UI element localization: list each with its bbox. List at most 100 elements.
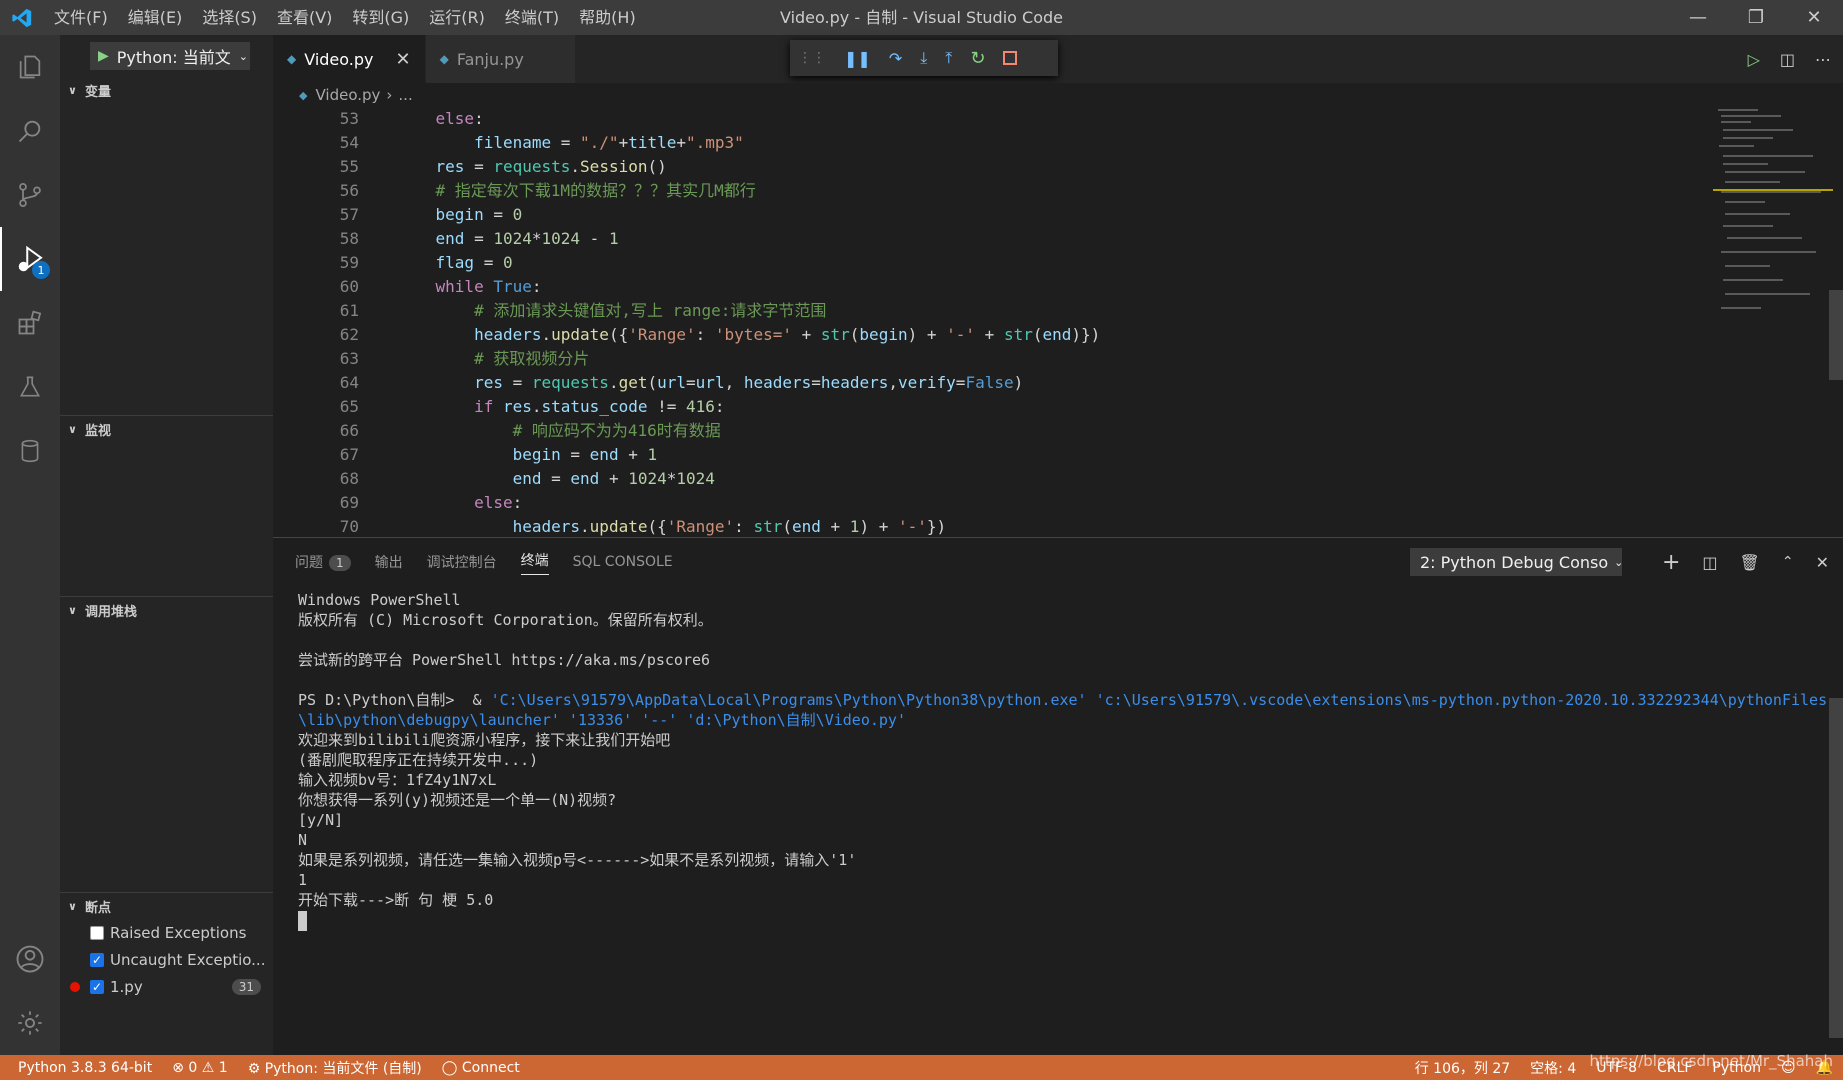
more-actions-icon[interactable]: ⋯: [1815, 50, 1831, 69]
stop-icon[interactable]: [1003, 51, 1018, 65]
step-out-icon[interactable]: ⤒: [945, 48, 952, 68]
code-line: 58 end = 1024*1024 - 1: [339, 229, 619, 248]
python-interpreter[interactable]: Python 3.8.3 64-bit: [0, 1060, 162, 1076]
breadcrumb-file[interactable]: Video.py: [315, 86, 380, 104]
terminal-line: 如果是系列视频，请任选一集输入视频p号<------>如果不是系列视频，请输入'…: [298, 851, 857, 869]
chevron-down-icon: ⌄: [1614, 555, 1622, 569]
code-editor[interactable]: 53 else: 54 filename = "./"+title+".mp3"…: [273, 107, 1713, 537]
breakpoint-file-1py[interactable]: ✓ 1.py 31: [60, 973, 273, 1000]
menu-terminal[interactable]: 终端(T): [495, 0, 569, 35]
checkbox-unchecked[interactable]: [90, 925, 104, 940]
tab-terminal[interactable]: 终端: [520, 550, 549, 575]
breakpoint-line-badge: 31: [231, 978, 261, 995]
problems-status[interactable]: ⊗ 0 ⚠ 1: [162, 1060, 238, 1076]
terminal-scrollbar[interactable]: [1829, 698, 1843, 1038]
breadcrumb: ◆ Video.py › ...: [273, 83, 1843, 107]
terminal-output[interactable]: Windows PowerShell 版权所有 (C) Microsoft Co…: [298, 590, 1828, 931]
breakpoints-section-header[interactable]: ∨ 断点: [60, 893, 273, 919]
watch-body: [60, 442, 273, 596]
minimize-icon[interactable]: —: [1669, 0, 1727, 35]
line-ending[interactable]: CRLF: [1647, 1060, 1702, 1076]
split-editor-icon[interactable]: ◫: [1780, 50, 1795, 69]
testing-flask-icon[interactable]: [0, 355, 60, 419]
breadcrumb-symbol[interactable]: ...: [398, 86, 412, 104]
pause-icon[interactable]: ❚❚: [844, 49, 871, 68]
database-icon[interactable]: [0, 419, 60, 483]
encoding[interactable]: UTF-8: [1586, 1060, 1647, 1076]
variables-title: 变量: [84, 84, 111, 100]
tab-problems[interactable]: 问题 1: [295, 552, 351, 572]
close-window-icon[interactable]: ✕: [1785, 0, 1843, 35]
drag-grip-icon[interactable]: ⋮⋮: [798, 50, 826, 66]
maximize-panel-icon[interactable]: ⌃: [1782, 554, 1794, 570]
account-icon[interactable]: [0, 927, 60, 991]
checkbox-checked[interactable]: ✓: [90, 979, 104, 994]
search-icon[interactable]: [0, 99, 60, 163]
minimap[interactable]: [1713, 107, 1833, 537]
code-line: 68 end = end + 1024*1024: [339, 469, 715, 488]
chevron-down-icon: ∨: [68, 899, 77, 913]
tab-sql-console[interactable]: SQL CONSOLE: [573, 554, 673, 570]
callstack-section-header[interactable]: ∨ 调用堆栈: [60, 597, 273, 623]
tab-fanju-py[interactable]: ◆ Fanju.py: [425, 35, 576, 83]
notifications-bell-icon[interactable]: 🔔: [1806, 1060, 1843, 1076]
terminal-line: Windows PowerShell: [298, 591, 461, 609]
menu-run[interactable]: 运行(R): [419, 0, 495, 35]
tab-video-py[interactable]: ◆ Video.py ✕: [273, 35, 426, 83]
vscode-logo-icon: [0, 0, 44, 35]
run-file-icon[interactable]: ▷: [1748, 50, 1760, 69]
tab-label: Video.py: [304, 49, 374, 69]
menu-selection[interactable]: 选择(S): [192, 0, 267, 35]
code-line: 62 headers.update({'Range': 'bytes=' + s…: [339, 325, 1101, 344]
debug-toolbar: ⋮⋮ ❚❚ ↷ ⤓ ⤒ ↻: [790, 40, 1058, 76]
new-terminal-icon[interactable]: +: [1662, 550, 1680, 575]
step-into-icon[interactable]: ⤓: [920, 48, 927, 68]
breakpoints-title: 断点: [84, 900, 111, 916]
checkbox-checked[interactable]: ✓: [90, 952, 104, 967]
menu-edit[interactable]: 编辑(E): [118, 0, 193, 35]
run-config-select[interactable]: ▶ Python: 当前文 ⌄: [90, 42, 250, 70]
problems-badge: 1: [329, 555, 351, 571]
indentation[interactable]: 空格: 4: [1520, 1058, 1586, 1078]
language-mode[interactable]: Python: [1702, 1060, 1771, 1076]
debug-config-status[interactable]: ⚙ Python: 当前文件 (自制): [238, 1058, 432, 1078]
feedback-icon[interactable]: ☺: [1771, 1060, 1806, 1076]
source-control-icon[interactable]: [0, 163, 60, 227]
close-panel-icon[interactable]: ✕: [1816, 553, 1829, 572]
terminal-prompt: PS D:\Python\自制> &: [298, 691, 491, 709]
terminal-select[interactable]: 2: Python Debug Conso ⌄: [1410, 548, 1622, 576]
extensions-icon[interactable]: [0, 291, 60, 355]
watch-section-header[interactable]: ∨ 监视: [60, 416, 273, 442]
tab-debug-console[interactable]: 调试控制台: [427, 552, 497, 572]
breakpoint-raised-exceptions[interactable]: Raised Exceptions: [60, 919, 273, 946]
split-terminal-icon[interactable]: ◫: [1702, 553, 1717, 572]
breakpoint-uncaught-exceptions[interactable]: ✓ Uncaught Exceptio...: [60, 946, 273, 973]
tab-label: Fanju.py: [456, 49, 524, 69]
terminal-cursor-line: [298, 910, 1828, 931]
window-controls: — ❐ ✕: [1669, 0, 1843, 35]
code-line: 55 res = requests.Session(): [339, 157, 667, 176]
editor-scrollbar[interactable]: [1829, 290, 1843, 380]
menu-go[interactable]: 转到(G): [342, 0, 419, 35]
kill-terminal-icon[interactable]: 🗑: [1740, 553, 1760, 572]
connect-status[interactable]: ◯ Connect: [432, 1060, 530, 1076]
menu-help[interactable]: 帮助(H): [569, 0, 646, 35]
cursor-position[interactable]: 行 106，列 27: [1405, 1058, 1520, 1078]
menu-file[interactable]: 文件(F): [44, 0, 118, 35]
restart-icon[interactable]: ↻: [970, 48, 985, 69]
tab-output[interactable]: 输出: [375, 552, 403, 572]
explorer-icon[interactable]: [0, 35, 60, 99]
terminal-line: 版权所有 (C) Microsoft Corporation。保留所有权利。: [298, 611, 713, 629]
run-debug-icon[interactable]: 1: [0, 227, 60, 291]
variables-section-header[interactable]: ∨ 变量: [60, 77, 273, 103]
close-tab-icon[interactable]: ✕: [396, 49, 411, 70]
terminal-cursor: [298, 910, 307, 931]
settings-gear-icon[interactable]: [0, 991, 60, 1055]
restore-icon[interactable]: ❐: [1727, 0, 1785, 35]
menu-view[interactable]: 查看(V): [267, 0, 342, 35]
start-debug-icon[interactable]: ▶: [98, 48, 109, 64]
chevron-down-icon: ∨: [68, 422, 77, 436]
step-over-icon[interactable]: ↷: [889, 49, 902, 68]
code-line: 70 headers.update({'Range': str(end + 1)…: [339, 517, 947, 536]
terminal-line: 开始下载--->断 句 梗 5.0: [298, 891, 494, 909]
